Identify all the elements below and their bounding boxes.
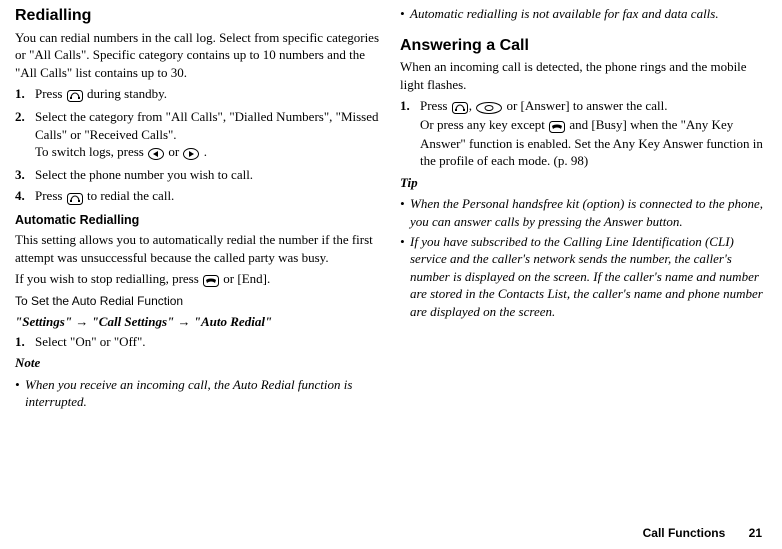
note-text: When you receive an incoming call, the A… [25, 376, 382, 411]
bullet-icon: • [15, 376, 25, 411]
tip-item: • When the Personal handsfree kit (optio… [400, 195, 767, 230]
center-key-icon [476, 98, 502, 116]
footer-section: Call Functions [643, 526, 726, 540]
step-number: 4. [15, 187, 35, 206]
menu-path: "Settings" → "Call Settings" → "Auto Red… [15, 313, 382, 331]
answering-heading: Answering a Call [400, 35, 767, 57]
redialling-intro: You can redial numbers in the call log. … [15, 29, 382, 82]
end-key-icon [203, 271, 219, 289]
call-key-icon [67, 86, 83, 104]
end-key-icon [549, 117, 565, 135]
step-item: 1. Press , or [Answer] to answer the cal… [400, 97, 767, 170]
step-item: 4. Press to redial the call. [15, 187, 382, 206]
footer-page-number: 21 [749, 526, 762, 540]
call-key-icon [67, 189, 83, 207]
note-label: Note [15, 354, 382, 372]
arrow-icon: → [178, 314, 194, 329]
step-text: Select "On" or "Off". [35, 333, 382, 351]
redialling-heading: Redialling [15, 5, 382, 27]
tip-text: If you have subscribed to the Calling Li… [410, 233, 767, 321]
bullet-icon: • [400, 195, 410, 230]
auto-redial-stop: If you wish to stop redialling, press or… [15, 270, 382, 289]
step-item: 3. Select the phone number you wish to c… [15, 166, 382, 184]
step-number: 1. [15, 333, 35, 351]
tip-item: • If you have subscribed to the Calling … [400, 233, 767, 321]
left-key-icon [148, 144, 164, 162]
note-item: • Automatic redialling is not available … [400, 5, 767, 23]
tip-label: Tip [400, 174, 767, 192]
step-text: Press during standby. [35, 85, 382, 104]
auto-redial-heading: Automatic Redialling [15, 212, 382, 229]
redialling-steps: 1. Press during standby. 2. Select the c… [15, 85, 382, 206]
step-number: 1. [400, 97, 420, 170]
bullet-icon: • [400, 5, 410, 23]
step-text: Press to redial the call. [35, 187, 382, 206]
page-content: Redialling You can redial numbers in the… [0, 0, 782, 413]
right-key-icon [183, 144, 199, 162]
step-number: 2. [15, 108, 35, 162]
step-text: Press , or [Answer] to answer the call. … [420, 97, 767, 170]
left-column: Redialling You can redial numbers in the… [15, 5, 382, 413]
step-item: 1. Select "On" or "Off". [15, 333, 382, 351]
call-key-icon [452, 98, 468, 116]
step-item: 1. Press during standby. [15, 85, 382, 104]
to-set-heading: To Set the Auto Redial Function [15, 293, 382, 309]
step-number: 1. [15, 85, 35, 104]
auto-redial-intro: This setting allows you to automatically… [15, 231, 382, 266]
step-text: Select the phone number you wish to call… [35, 166, 382, 184]
right-column: • Automatic redialling is not available … [400, 5, 767, 413]
step-item: 2. Select the category from "All Calls",… [15, 108, 382, 162]
note-text: Automatic redialling is not available fo… [410, 5, 719, 23]
note-item: • When you receive an incoming call, the… [15, 376, 382, 411]
step-text: Select the category from "All Calls", "D… [35, 108, 382, 162]
page-footer: Call Functions 21 [643, 525, 762, 541]
bullet-icon: • [400, 233, 410, 321]
tip-text: When the Personal handsfree kit (option)… [410, 195, 767, 230]
answering-intro: When an incoming call is detected, the p… [400, 58, 767, 93]
step-number: 3. [15, 166, 35, 184]
arrow-icon: → [75, 314, 91, 329]
